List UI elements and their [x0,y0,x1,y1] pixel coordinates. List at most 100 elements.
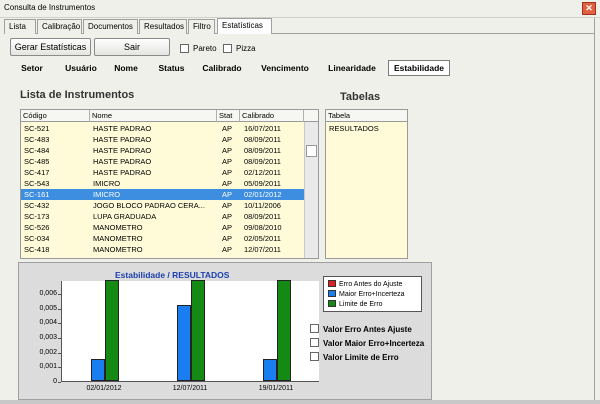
checkbox-label: Valor Maior Erro+Incerteza [323,339,425,348]
cell-nome: HASTE PADRAO [93,135,152,144]
cell-stat: AP [222,245,233,254]
y-tick-mark [58,338,61,340]
legend-swatch [328,290,336,297]
y-tick-label: 0,005 [39,304,57,312]
y-tick-label: 0,002 [39,348,57,356]
grid-scrollbar[interactable] [304,122,318,258]
cell-calibrado: 09/08/2010 [244,223,282,232]
cell-nome: IMICRO [93,179,121,188]
legend-item: Limite de Erro [328,300,383,308]
cell-stat: AP [222,124,233,133]
cell-calibrado: 02/01/2012 [244,190,282,199]
cell-codigo: SC-417 [24,168,50,177]
cell-stat: AP [222,190,233,199]
y-tick-mark [58,323,61,325]
subtab-setor[interactable]: Setor [16,61,48,75]
scrollbar-thumb[interactable] [306,145,317,157]
table-row[interactable]: SC-161 IMICRO AP 02/01/2012 [21,189,311,200]
subtab-linearidade[interactable]: Linearidade [325,61,379,75]
sair-button[interactable]: Sair [94,38,170,56]
bar [91,359,105,381]
subtab-nome[interactable]: Nome [111,61,141,75]
col-calibrado[interactable]: Calibrado [240,110,304,122]
valor-erro-antes-checkbox[interactable]: Valor Erro Antes Ajuste [310,324,412,334]
bar [263,359,277,381]
cell-stat: AP [222,168,233,177]
col-tabela[interactable]: Tabela [326,110,407,122]
tabelas-heading: Tabelas [340,91,381,103]
tab-calibracao[interactable]: Calibração [37,19,82,34]
cell-calibrado: 12/07/2011 [244,245,281,254]
table-row[interactable]: SC-526 MANOMETRO AP 09/08/2010 [21,222,311,233]
tabelas-grid[interactable]: Tabela RESULTADOS [325,109,408,259]
table-row[interactable]: SC-483 HASTE PADRAO AP 08/09/2011 [21,134,311,145]
cell-codigo: SC-161 [24,190,50,199]
cell-codigo: SC-521 [24,124,50,133]
table-row[interactable]: SC-418 MANOMETRO AP 12/07/2011 [21,244,311,255]
bar [277,280,291,381]
table-row[interactable]: SC-173 LUPA GRADUADA AP 08/09/2011 [21,211,311,222]
col-nome[interactable]: Nome [90,110,217,122]
tab-filtro[interactable]: Filtro [188,19,215,34]
valor-maior-erro-checkbox[interactable]: Valor Maior Erro+Incerteza [310,338,424,348]
window-border [594,18,595,400]
cell-codigo: SC-485 [24,157,50,166]
y-tick-mark [58,352,61,354]
cell-calibrado: 10/11/2006 [244,201,281,210]
tab-resultados[interactable]: Resultados [139,19,187,34]
x-tick-label: 02/01/2012 [86,385,122,392]
chart-panel: Estabilidade / RESULTADOS Erro Antes do … [18,262,432,400]
cell-nome: HASTE PADRAO [93,157,152,166]
instrumentos-grid[interactable]: Código Nome Stat Calibrado SC-521 HASTE P… [20,109,319,259]
checkbox-box[interactable] [310,352,319,361]
tabelas-header: Tabela [326,110,407,122]
cell-stat: AP [222,212,233,221]
y-tick-mark [58,382,61,383]
bar [191,280,205,381]
subtab-calibrado[interactable]: Calibrado [199,61,245,75]
table-row[interactable]: SC-034 MANOMETRO AP 02/05/2011 [21,233,311,244]
cell-calibrado: 08/09/2011 [244,135,281,144]
legend-item: Erro Antes do Ajuste [328,280,402,288]
pizza-checkbox[interactable] [223,44,232,53]
table-row[interactable]: SC-485 HASTE PADRAO AP 08/09/2011 [21,156,311,167]
col-codigo[interactable]: Código [21,110,90,122]
cell-calibrado: 02/05/2011 [244,234,281,243]
cell-nome: IMICRO [93,190,121,199]
table-row[interactable]: SC-521 HASTE PADRAO AP 16/07/2011 [21,123,311,134]
tab-lista[interactable]: Lista [4,19,36,34]
subtab-status[interactable]: Status [154,61,189,75]
cell-codigo: SC-173 [24,212,50,221]
table-row[interactable]: SC-484 HASTE PADRAO AP 08/09/2011 [21,145,311,156]
y-tick-label: 0,004 [39,319,57,327]
subtab-estabilidade[interactable]: Estabilidade [388,60,450,76]
y-tick-mark [58,294,61,296]
checkbox-label: Valor Limite de Erro [323,353,399,362]
table-row[interactable]: SC-432 JOGO BLOCO PADRAO CERA... AP 10/11/2… [21,200,311,211]
valor-limite-erro-checkbox[interactable]: Valor Limite de Erro [310,352,399,362]
cell-nome: HASTE PADRAO [93,146,152,155]
close-button[interactable]: ✕ [582,2,596,15]
bar [177,305,191,381]
cell-stat: AP [222,135,233,144]
col-stat[interactable]: Stat [217,110,240,122]
pareto-checkbox[interactable] [180,44,189,53]
y-tick-label: 0,003 [39,334,57,342]
title-bar: Consulta de Instrumentos [0,0,600,18]
subtab-usuario[interactable]: Usuário [60,61,102,75]
legend-label: Limite de Erro [339,301,383,308]
y-tick-label: 0,006 [39,290,57,298]
tab-estatisticas[interactable]: Estatísticas [217,18,272,34]
checkbox-box[interactable] [310,338,319,347]
gerar-estatisticas-button[interactable]: Gerar Estatísticas [10,38,91,56]
table-row[interactable]: SC-417 HASTE PADRAO AP 02/12/2011 [21,167,311,178]
checkbox-box[interactable] [310,324,319,333]
chart-legend: Erro Antes do Ajuste Maior Erro+Incertez… [323,276,422,312]
bar [105,280,119,381]
tab-documentos[interactable]: Documentos [83,19,138,34]
list-item[interactable]: RESULTADOS [326,123,407,134]
cell-stat: AP [222,223,233,232]
subtab-vencimento[interactable]: Vencimento [255,61,315,75]
legend-label: Maior Erro+Incerteza [339,291,405,298]
table-row[interactable]: SC-543 IMICRO AP 05/09/2011 [21,178,311,189]
